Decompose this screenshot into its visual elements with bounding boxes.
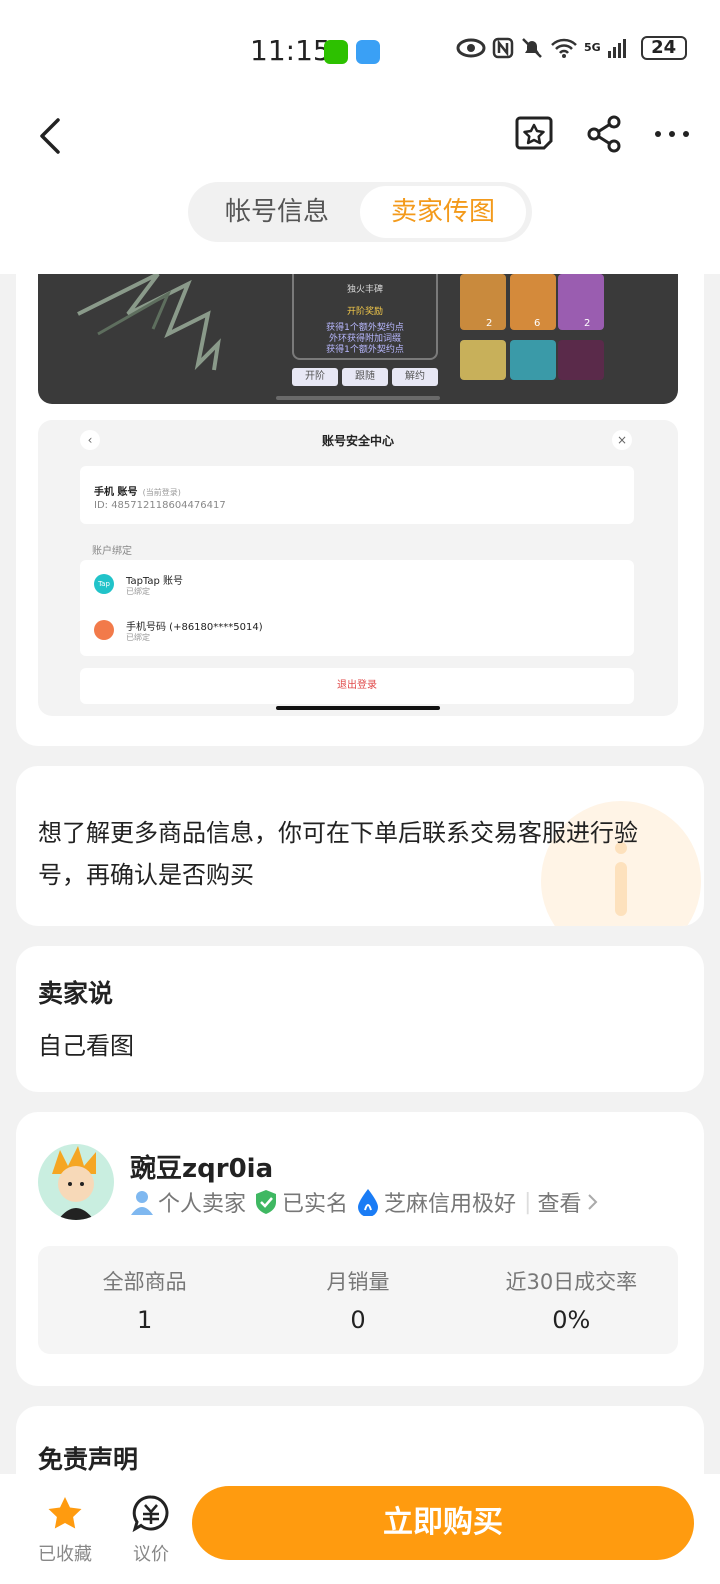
panel-title: 独火丰碑 <box>346 285 383 295</box>
star-badge-icon <box>515 116 553 150</box>
avatar[interactable] <box>38 1144 114 1220</box>
tab-account-info[interactable]: 帐号信息 <box>194 186 360 238</box>
buy-now-button[interactable]: 立即购买 <box>192 1486 694 1560</box>
hero-card <box>558 274 604 330</box>
weather-icon <box>356 40 380 64</box>
home-indicator <box>276 706 440 710</box>
more-button[interactable] <box>650 112 694 156</box>
person-icon <box>131 1191 153 1215</box>
seller-stats: 全部商品 1 月销量 0 近30日成交率 0% <box>38 1246 678 1354</box>
hero-card <box>558 340 604 380</box>
binding-name: TapTap 账号 <box>126 576 184 587</box>
logout-button: 退出登录 <box>337 680 377 691</box>
shield-check-icon <box>256 1190 277 1214</box>
seller-says-card: 卖家说 自己看图 <box>16 946 704 1092</box>
bargain-button[interactable]: 议价 <box>116 1494 186 1566</box>
seller-tags: 个人卖家 已实名 芝麻信用极好 | 查看 <box>130 1186 601 1218</box>
top-navigation: 帐号信息 卖家传图 <box>0 100 720 274</box>
more-dots-icon <box>655 131 689 137</box>
signal-icon <box>607 39 626 58</box>
seller-says-content: 自己看图 <box>38 1032 134 1060</box>
hero-card <box>460 340 506 380</box>
star-filled-icon <box>48 1497 82 1529</box>
notice-text: 想了解更多商品信息，你可在下单后联系交易客服进行验号，再确认是否购买 <box>38 819 638 889</box>
wechat-icon <box>324 40 348 64</box>
phone-icon <box>94 620 114 640</box>
stat-all-items[interactable]: 全部商品 1 <box>38 1246 251 1354</box>
hero-card <box>460 274 506 330</box>
chevron-right-icon <box>588 1194 598 1210</box>
account-label: 手机 账号 <box>94 487 138 498</box>
share-icon <box>587 115 621 153</box>
hero-level: 2 <box>584 318 591 329</box>
yuan-chat-icon <box>132 1495 169 1533</box>
back-button[interactable] <box>30 114 74 158</box>
avatar-image <box>52 1146 96 1220</box>
seller-info-card: 豌豆zqr0ia 个人卖家 已实名 芝麻信用极好 | 查看 全部商品 1 月销量… <box>16 1112 704 1386</box>
game-button: 开阶 <box>292 368 338 386</box>
panel-subtitle: 开阶奖励 <box>346 307 383 317</box>
account-id: ID: 485712118604476417 <box>94 500 226 511</box>
stat-deal-rate: 近30日成交率 0% <box>505 1270 638 1334</box>
hero-card <box>510 340 556 380</box>
binding-name: 手机号码 (+86180****5014) <box>126 622 263 633</box>
game-button: 跟随 <box>342 368 388 386</box>
game-button: 解约 <box>392 368 438 386</box>
back-arrow-icon <box>40 118 60 154</box>
share-button[interactable] <box>582 112 626 156</box>
monument-panel: 独火丰碑 开阶奖励 获得1个额外契约点 外环获得附加词缀 获得1个额外契约点 <box>292 274 438 360</box>
home-indicator <box>276 396 440 400</box>
notice-card: 想了解更多商品信息，你可在下单后联系交易客服进行验号，再确认是否购买 <box>16 766 704 926</box>
status-time: 11:15 <box>250 34 331 67</box>
nfc-icon <box>492 37 514 59</box>
taptap-icon: Tap <box>94 574 114 594</box>
security-title: 账号安全中心 <box>321 434 394 448</box>
divider: | <box>524 1189 532 1215</box>
hero-level: 2 <box>486 318 493 329</box>
tab-switcher: 帐号信息 卖家传图 <box>188 182 532 242</box>
network-type: 5G <box>584 41 601 54</box>
hero-level: 6 <box>534 318 541 329</box>
sesame-credit-tag: 芝麻信用极好 <box>356 1186 516 1218</box>
game-art-claws <box>77 274 221 371</box>
account-current: (当前登录) <box>142 488 181 497</box>
battery-indicator: 24 <box>640 36 687 60</box>
binding-header: 账户绑定 <box>92 546 132 557</box>
logout-box: 退出登录 <box>80 668 634 704</box>
seller-name[interactable]: 豌豆zqr0ia <box>130 1148 273 1185</box>
binding-status: 已绑定 <box>126 633 150 642</box>
stat-monthly-sales: 月销量 0 <box>326 1270 390 1334</box>
wifi-icon <box>551 38 577 58</box>
tab-seller-images[interactable]: 卖家传图 <box>360 186 526 238</box>
close-circle-icon: × <box>612 430 632 450</box>
binding-list: Tap TapTap 账号 已绑定 手机号码 (+86180****5014) … <box>80 560 634 656</box>
seller-says-title: 卖家说 <box>38 979 114 1008</box>
mute-bell-icon <box>522 38 542 58</box>
hero-card <box>510 274 556 330</box>
favorited-button[interactable]: 已收藏 <box>30 1494 100 1566</box>
game-screenshot[interactable]: 独火丰碑 开阶奖励 获得1个额外契约点 外环获得附加词缀 获得1个额外契约点 开… <box>38 274 678 404</box>
eye-icon <box>456 38 486 58</box>
binding-status: 已绑定 <box>126 587 150 596</box>
personal-seller-tag: 个人卖家 <box>130 1186 246 1218</box>
verified-tag: 已实名 <box>254 1186 348 1218</box>
account-box: 手机 账号 (当前登录) ID: 485712118604476417 <box>80 466 634 524</box>
security-center-screenshot[interactable]: ‹ 账号安全中心 × 手机 账号 (当前登录) ID: 485712118604… <box>38 420 678 716</box>
status-bar: 11:15 5G 24 <box>0 0 720 100</box>
bottom-action-bar: 已收藏 议价 立即购买 <box>0 1474 720 1584</box>
disclaimer-title: 免责声明 <box>38 1445 139 1474</box>
panel-line: 获得1个额外契约点 <box>326 345 404 355</box>
view-seller-link[interactable]: 查看 <box>537 1186 581 1218</box>
favorite-button[interactable] <box>512 112 556 156</box>
sesame-drop-icon <box>358 1189 379 1216</box>
